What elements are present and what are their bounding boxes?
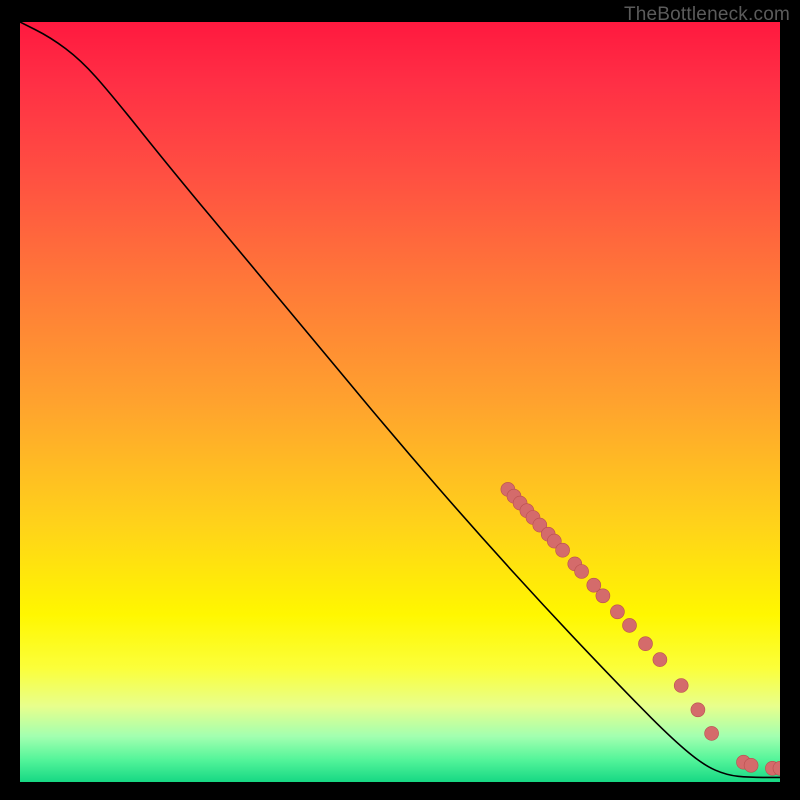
data-marker	[705, 726, 719, 740]
plot-area	[20, 22, 780, 782]
data-marker	[575, 565, 589, 579]
data-marker	[610, 605, 624, 619]
data-marker	[623, 618, 637, 632]
chart-stage: TheBottleneck.com	[0, 0, 800, 800]
data-marker	[691, 703, 705, 717]
attribution-label: TheBottleneck.com	[624, 4, 790, 26]
data-marker	[653, 653, 667, 667]
data-markers	[501, 482, 780, 775]
data-marker	[674, 679, 688, 693]
data-marker	[596, 589, 610, 603]
data-marker	[556, 543, 570, 557]
chart-overlay	[20, 22, 780, 782]
bottleneck-curve	[20, 22, 780, 777]
data-marker	[744, 758, 758, 772]
data-marker	[639, 637, 653, 651]
